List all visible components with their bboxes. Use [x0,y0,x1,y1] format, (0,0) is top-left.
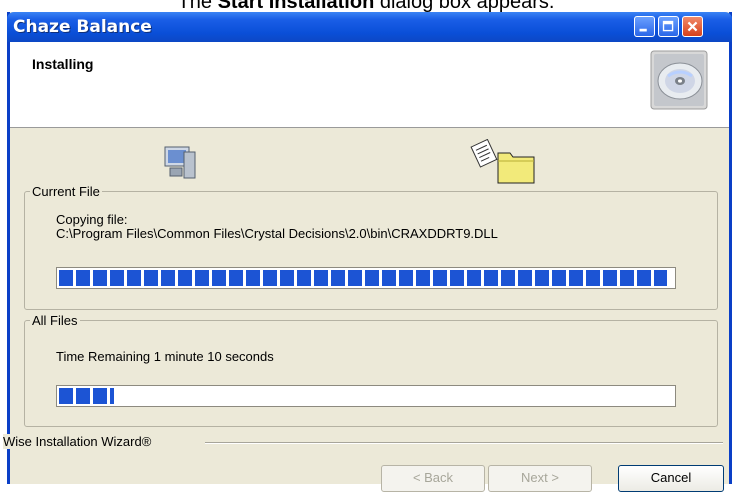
time-remaining-text: Time Remaining 1 minute 10 seconds [56,349,274,364]
back-button[interactable]: < Back [381,465,485,492]
current-file-path: C:\Program Files\Common Files\Crystal De… [56,226,498,241]
all-files-progress-bar [56,385,676,407]
current-file-group: Current File [24,184,718,310]
cancel-button[interactable]: Cancel [618,465,724,492]
maximize-icon [662,20,674,32]
cd-disc-icon [650,50,708,110]
all-files-group: All Files [24,313,718,427]
minimize-button[interactable] [634,16,655,37]
all-files-progress-fill [59,388,114,404]
all-files-legend: All Files [32,313,78,328]
window-title: Chaze Balance [13,17,152,37]
close-button[interactable] [682,16,703,37]
current-file-progress-bar [56,267,676,289]
close-icon [687,21,698,32]
current-file-legend: Current File [32,184,100,199]
copying-file-label: Copying file: [56,212,128,227]
installer-window: Chaze Balance Installing Current File Co… [3,12,732,492]
header-title: Installing [32,56,94,72]
minimize-icon [639,28,647,32]
wizard-brand-label: Wise Installation Wizard® [3,434,155,449]
next-button[interactable]: Next > [488,465,592,492]
folder-with-document-icon [470,139,535,184]
wizard-header: Installing [10,42,729,128]
current-file-progress-fill [59,270,667,286]
footer-divider [205,442,723,444]
title-bar[interactable]: Chaze Balance [7,12,732,42]
computer-icon [164,146,196,179]
maximize-button[interactable] [658,16,679,37]
